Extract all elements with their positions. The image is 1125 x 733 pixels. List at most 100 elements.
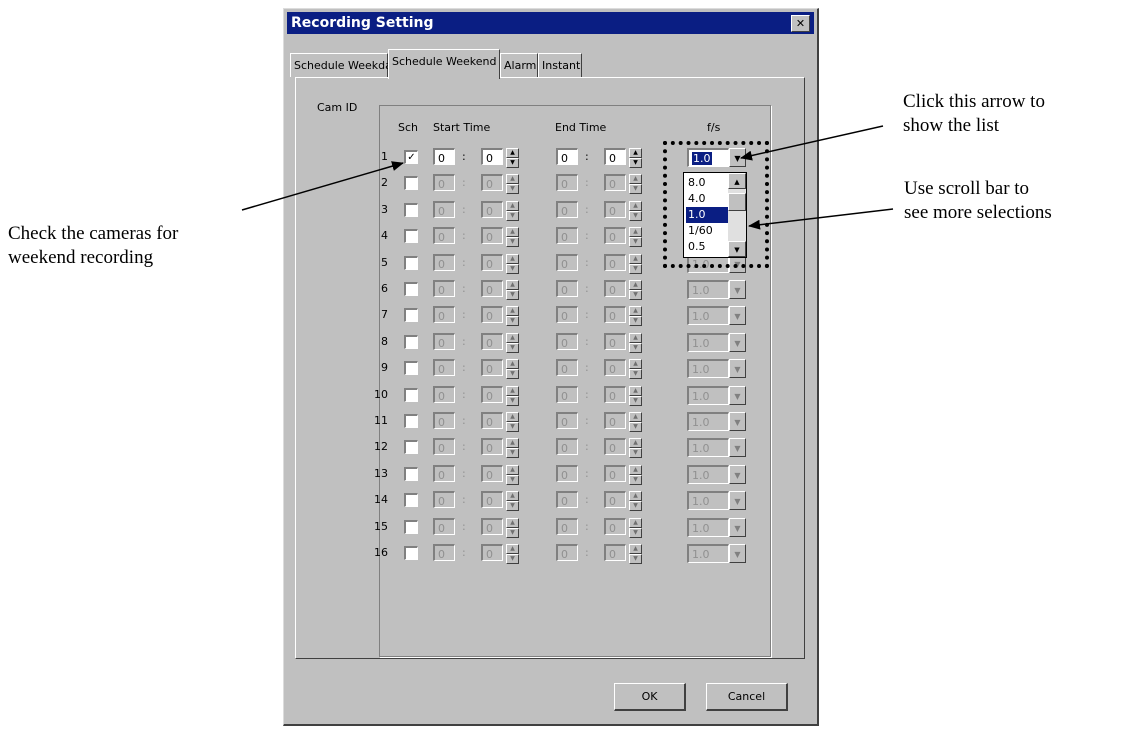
sch-checkbox[interactable] <box>404 387 418 402</box>
fps-dropdown-button[interactable]: ▼ <box>729 517 746 537</box>
end-minute-field[interactable]: 0 <box>604 385 626 403</box>
spin-down-icon[interactable]: ▼ <box>506 422 519 432</box>
end-spinner[interactable]: ▲ ▼ <box>629 306 642 327</box>
spin-up-icon[interactable]: ▲ <box>506 148 519 158</box>
end-minute-field[interactable]: 0 <box>604 200 626 218</box>
spin-down-icon[interactable]: ▼ <box>506 290 519 300</box>
fps-dropdown-button[interactable]: ▼ <box>729 412 746 431</box>
start-minute-field[interactable]: 0 <box>481 280 503 297</box>
start-spinner[interactable]: ▲ ▼ <box>506 438 519 459</box>
fps-select[interactable]: 1.0 <box>687 491 729 511</box>
end-spinner[interactable]: ▲ ▼ <box>629 359 642 380</box>
end-hour-field[interactable]: 0 <box>556 385 578 403</box>
end-hour-field[interactable]: 0 <box>556 253 578 271</box>
end-minute-field[interactable]: 0 <box>604 280 626 297</box>
spin-up-icon[interactable]: ▲ <box>629 148 642 158</box>
spin-up-icon[interactable]: ▲ <box>629 359 642 370</box>
spin-down-icon[interactable]: ▼ <box>629 474 642 485</box>
spin-down-icon[interactable]: ▼ <box>506 316 519 327</box>
spin-down-icon[interactable]: ▼ <box>629 422 642 432</box>
start-spinner[interactable]: ▲ ▼ <box>506 412 519 432</box>
end-hour-field[interactable]: 0 <box>556 464 578 482</box>
spin-down-icon[interactable]: ▼ <box>506 158 519 168</box>
start-spinner[interactable]: ▲ ▼ <box>506 148 519 168</box>
start-minute-field[interactable]: 0 <box>481 544 503 561</box>
start-spinner[interactable]: ▲ ▼ <box>506 200 519 221</box>
spin-up-icon[interactable]: ▲ <box>629 517 642 528</box>
end-hour-field[interactable]: 0 <box>556 517 578 535</box>
end-hour-field[interactable]: 0 <box>556 359 578 377</box>
start-spinner[interactable]: ▲ ▼ <box>506 332 519 353</box>
end-hour-field[interactable]: 0 <box>556 306 578 324</box>
start-spinner[interactable]: ▲ ▼ <box>506 464 519 485</box>
spin-up-icon[interactable]: ▲ <box>629 464 642 475</box>
end-minute-field[interactable]: 0 <box>604 412 626 429</box>
start-minute-field[interactable]: 0 <box>481 306 503 324</box>
fps-select[interactable]: 1.0 <box>687 280 729 299</box>
fps-select[interactable]: 1.0 <box>687 385 729 405</box>
end-hour-field[interactable]: 0 <box>556 544 578 561</box>
cancel-button[interactable]: Cancel <box>706 683 788 711</box>
close-button[interactable]: ✕ <box>791 15 810 32</box>
end-spinner[interactable]: ▲ ▼ <box>629 253 642 274</box>
start-spinner[interactable]: ▲ ▼ <box>506 280 519 300</box>
tab-alarm[interactable]: Alarm <box>500 53 538 77</box>
end-hour-field[interactable]: 0 <box>556 412 578 429</box>
spin-down-icon[interactable]: ▼ <box>629 158 642 168</box>
spin-down-icon[interactable]: ▼ <box>506 237 519 248</box>
spin-down-icon[interactable]: ▼ <box>629 316 642 327</box>
spin-down-icon[interactable]: ▼ <box>506 263 519 274</box>
end-minute-field[interactable]: 0 <box>604 253 626 271</box>
end-minute-field[interactable]: 0 <box>604 227 626 245</box>
sch-checkbox[interactable] <box>404 466 418 481</box>
end-hour-field[interactable]: 0 <box>556 148 578 165</box>
spin-up-icon[interactable]: ▲ <box>629 227 642 238</box>
start-hour-field[interactable]: 0 <box>433 253 455 271</box>
spin-up-icon[interactable]: ▲ <box>629 306 642 317</box>
end-spinner[interactable]: ▲ ▼ <box>629 385 642 406</box>
start-minute-field[interactable]: 0 <box>481 412 503 429</box>
sch-checkbox[interactable] <box>404 440 418 455</box>
spin-up-icon[interactable]: ▲ <box>506 332 519 343</box>
start-hour-field[interactable]: 0 <box>433 464 455 482</box>
fps-select[interactable]: 1.0 <box>687 544 729 563</box>
spin-up-icon[interactable]: ▲ <box>506 491 519 502</box>
spin-up-icon[interactable]: ▲ <box>629 280 642 290</box>
end-hour-field[interactable]: 0 <box>556 200 578 218</box>
sch-checkbox[interactable] <box>404 519 418 534</box>
spin-up-icon[interactable]: ▲ <box>506 253 519 264</box>
end-hour-field[interactable]: 0 <box>556 491 578 509</box>
end-hour-field[interactable]: 0 <box>556 174 578 192</box>
sch-checkbox[interactable] <box>404 361 418 376</box>
start-hour-field[interactable]: 0 <box>433 280 455 297</box>
spin-down-icon[interactable]: ▼ <box>629 290 642 300</box>
end-hour-field[interactable]: 0 <box>556 280 578 297</box>
fps-dropdown-button[interactable]: ▼ <box>729 359 746 379</box>
start-minute-field[interactable]: 0 <box>481 253 503 271</box>
end-minute-field[interactable]: 0 <box>604 359 626 377</box>
end-minute-field[interactable]: 0 <box>604 174 626 192</box>
sch-checkbox[interactable] <box>404 255 418 270</box>
fps-select[interactable]: 1.0 <box>687 306 729 326</box>
spin-up-icon[interactable]: ▲ <box>506 438 519 449</box>
end-spinner[interactable]: ▲ ▼ <box>629 491 642 512</box>
fps-dropdown-button[interactable]: ▼ <box>729 332 746 352</box>
spin-down-icon[interactable]: ▼ <box>629 501 642 512</box>
spin-down-icon[interactable]: ▼ <box>506 342 519 353</box>
start-spinner[interactable]: ▲ ▼ <box>506 359 519 380</box>
spin-up-icon[interactable]: ▲ <box>506 385 519 396</box>
end-hour-field[interactable]: 0 <box>556 332 578 350</box>
end-minute-field[interactable]: 0 <box>604 148 626 165</box>
spin-down-icon[interactable]: ▼ <box>629 369 642 380</box>
spin-up-icon[interactable]: ▲ <box>506 464 519 475</box>
start-hour-field[interactable]: 0 <box>433 200 455 218</box>
end-spinner[interactable]: ▲ ▼ <box>629 517 642 538</box>
start-spinner[interactable]: ▲ ▼ <box>506 544 519 564</box>
end-spinner[interactable]: ▲ ▼ <box>629 332 642 353</box>
end-spinner[interactable]: ▲ ▼ <box>629 464 642 485</box>
spin-down-icon[interactable]: ▼ <box>506 210 519 221</box>
start-hour-field[interactable]: 0 <box>433 306 455 324</box>
fps-dropdown-button[interactable]: ▼ <box>729 438 746 458</box>
fps-dropdown-button[interactable]: ▼ <box>729 544 746 563</box>
spin-up-icon[interactable]: ▲ <box>506 359 519 370</box>
